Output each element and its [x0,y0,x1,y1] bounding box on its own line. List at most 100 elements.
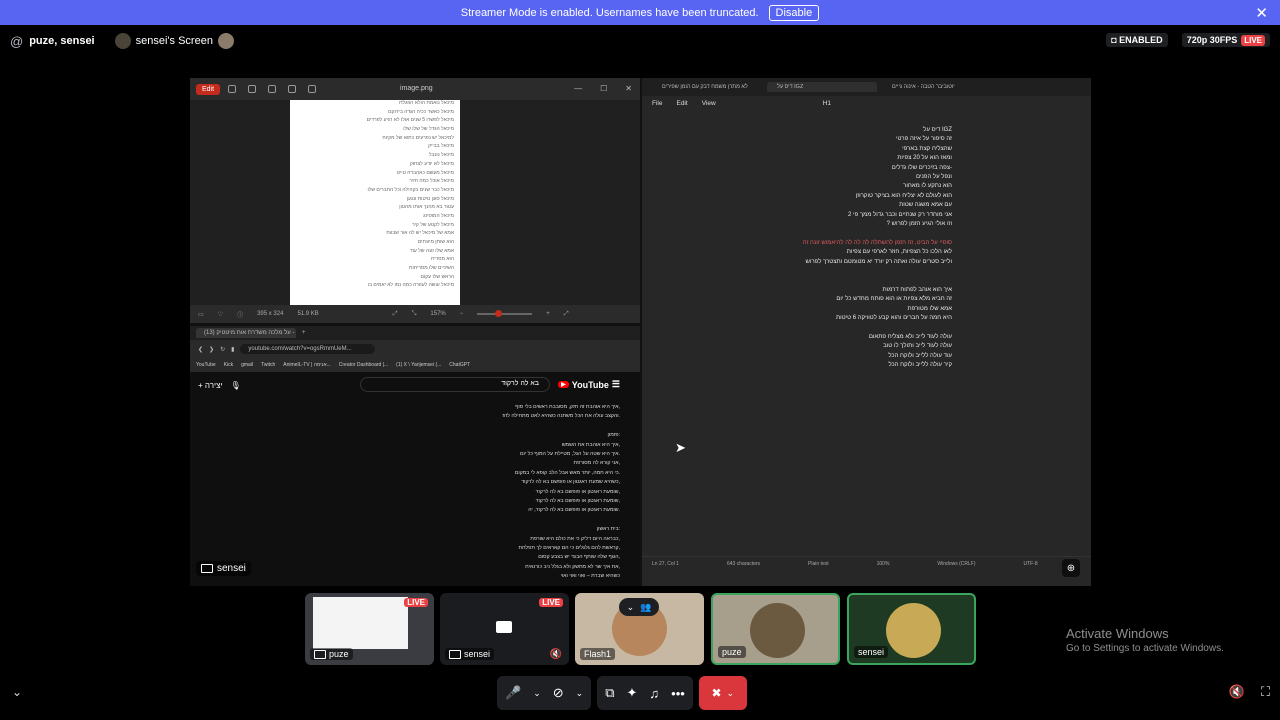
file-name: image.png [400,85,433,92]
notepad-tab[interactable]: דיס על IGZ [767,82,877,92]
bookmark-item[interactable]: Kick [224,362,233,368]
streamer-mode-badge[interactable]: ◘ ENABLED [1106,33,1168,47]
bookmark-icon[interactable]: ▮ [231,346,234,353]
zoom-in-icon[interactable]: + [546,311,550,317]
image-viewer-window: Edit image.png — ☐ ✕ מיכאל נואמת הולא הו… [190,78,640,323]
fit-icon[interactable]: ⤢ [393,311,398,318]
info-icon[interactable] [308,85,317,93]
participant-tile-sensei[interactable]: sensei [847,593,976,665]
mic-icon[interactable]: 🎙 [231,381,241,390]
notepad-line: זה חביא מלא צפיות או הוא פותח מחדש כל יו… [836,296,952,303]
share-screen-icon[interactable]: ⧉ [605,685,614,701]
tile-name: sensei [464,649,491,659]
fullscreen-icon[interactable]: ⤢ [564,311,569,318]
filmstrip-icon[interactable]: ▭ [198,311,204,318]
browser-tab[interactable]: (13) על מלכה משדרת אות מיטטיק - [196,328,296,338]
stream-title: sensei's Screen [135,35,213,47]
back-icon[interactable]: ❮ [198,346,203,353]
bookmark-item[interactable]: YouTube [196,362,216,368]
bookmark-item[interactable]: Creator Dashboard |... [339,362,388,368]
zoom-stream-button[interactable]: ⊕ [1062,559,1080,577]
mouse-cursor-icon: ➤ [675,440,686,455]
zoom-level: 157% [430,311,446,317]
stream-stage[interactable]: Edit image.png — ☐ ✕ מיכאל נואמת הולא הו… [190,78,1091,586]
stream-quality-badge[interactable]: 720p 30FPS LIVE [1181,33,1270,47]
heading-dropdown[interactable]: H1 [823,100,831,107]
participant-tile-puze[interactable]: puze [711,593,840,665]
tile-options[interactable]: ⌄ 👥 [619,598,659,616]
create-button[interactable]: + יצירה [198,381,223,390]
activities-icon[interactable]: ✦ [626,685,637,701]
description-line: הגוף שלה שותף הבגד יש בצבע קסום, [538,554,620,561]
zoom-out-icon[interactable]: − [460,311,464,317]
zoom-slider[interactable] [477,310,533,317]
bookmark-item[interactable]: AnimeIL-TV | אנימה... [283,362,331,368]
more-options-icon[interactable]: ••• [671,686,685,701]
minimize-icon[interactable]: — [574,84,582,93]
close-icon[interactable]: ✕ [1255,4,1268,22]
notepad-line: עולה לעוד לייב ולא מצליח פתאום [868,333,952,340]
bookmark-item[interactable]: Twitch [261,362,275,368]
youtube-search-input[interactable]: בא לה לרקוד [360,377,550,392]
new-tab-icon[interactable]: + [302,330,306,336]
share-icon[interactable] [288,85,297,93]
participant-tile-flash1[interactable]: ⌄ 👥 Flash1 [575,593,704,665]
call-controls: 🎤 ⌄ ⊘ ⌄ ⧉ ✦ ♫ ••• ✖ ⌄ [497,676,747,710]
bookmark-item[interactable]: gmail [241,362,253,368]
status-item: Windows (CRLF) [937,560,976,567]
stream-preview [313,597,408,649]
stage-streamer-name: sensei [217,563,246,574]
screen-share-icon [314,649,326,659]
soundboard-icon[interactable]: ♫ [649,686,659,701]
mic-options-chevron-icon[interactable]: ⌄ [533,688,541,699]
disconnect-button[interactable]: ✖ ⌄ [698,676,747,710]
forward-icon[interactable]: ❯ [209,346,214,353]
notepad-text[interactable]: דיס על IGZ זה סיפור על איזה פרטי שהצליח קצ… [652,126,952,371]
notepad-line: איך הוא אוהב לפתוח דרמות [882,286,952,293]
play-logo-icon: ▶ [558,381,569,388]
reload-icon[interactable]: ↻ [220,346,225,353]
dm-users[interactable]: puze, sensei [29,35,94,47]
image-text-line: מיכאל סוגן טיטות ונגען [406,195,454,202]
image-text-line: הוא שותן מיונתים [417,239,454,245]
status-item: 100% [876,560,890,567]
edit-button[interactable]: Edit [196,83,221,95]
print-icon[interactable] [268,85,277,93]
actual-size-icon[interactable]: ⤡ [412,311,417,318]
activate-title: Activate Windows [1066,626,1169,641]
close-window-icon[interactable]: ✕ [625,84,632,93]
disable-streamer-mode-button[interactable]: Disable [768,4,820,21]
notepad-tab[interactable]: לא מתרן משמח דבק עם הומן שפירים [652,82,762,92]
rotate-icon[interactable] [228,85,237,93]
delete-icon[interactable] [248,85,257,93]
bookmarks-bar: YouTube Kick gmail Twitch AnimeIL-TV | אנימה… [190,358,640,372]
info-circle-icon[interactable]: ⓘ [237,310,243,319]
maximize-icon[interactable]: ☐ [600,84,607,93]
image-dimensions: 395 x 324 [257,311,284,317]
participant-tile-puze-stream[interactable]: LIVE puze [305,593,434,665]
participant-tile-sensei-stream[interactable]: LIVE sensei 🔇 [440,593,569,665]
youtube-logo[interactable]: ▶ YouTube ☰ [558,379,620,390]
menu-item[interactable]: File [652,100,662,107]
microphone-icon[interactable]: 🎤 [505,685,521,701]
address-bar[interactable]: youtube.com/watch?v=ogsRmmUeM... [240,344,376,354]
menu-item[interactable]: View [702,100,716,107]
favorite-icon[interactable]: ♡ [218,311,223,318]
description-line: כשהיא שמעת ראגטון או פופשם בא לה לרקוד, [521,479,620,486]
menu-item[interactable]: Edit [676,100,687,107]
bookmark-item[interactable]: (1) X \ Yarijemsei (... [396,362,441,368]
notepad-tab[interactable]: יוטוביבר הטבה - אינוה גייים [882,82,992,92]
live-badge: LIVE [404,598,428,607]
bookmark-item[interactable]: ChatGPT [449,362,470,368]
zoom-slider-knob[interactable] [495,310,503,317]
collapse-chevron-icon[interactable]: ⌄ [12,685,22,699]
fullscreen-toggle-icon[interactable]: ⛶ [1261,684,1270,700]
camera-off-icon[interactable]: ⊘ [553,685,564,701]
live-badge: LIVE [1241,35,1265,46]
disconnect-chevron-icon[interactable]: ⌄ [727,688,735,699]
participant-avatar [750,603,805,658]
viewer-avatar[interactable] [217,33,234,49]
volume-mute-icon[interactable]: 🔇 [1229,684,1245,700]
camera-options-chevron-icon[interactable]: ⌄ [576,688,584,699]
notepad-line: שהצליח קצת בארפי [902,145,952,152]
